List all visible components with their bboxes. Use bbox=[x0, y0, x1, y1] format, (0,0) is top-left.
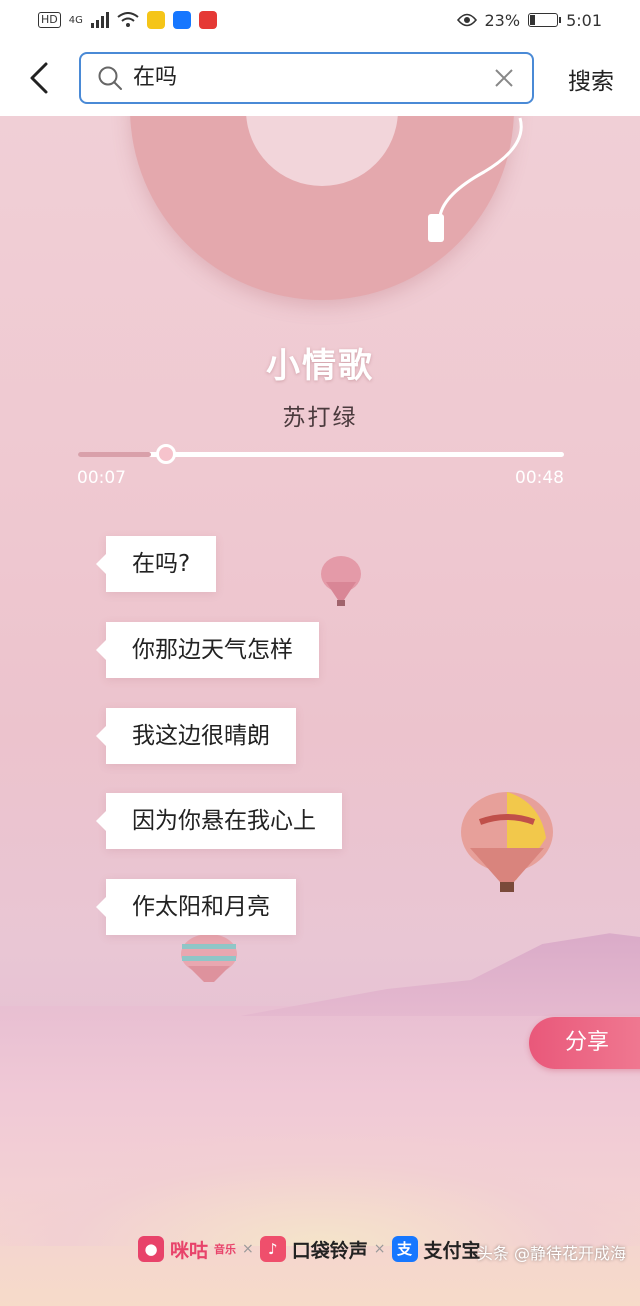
tonearm-icon bbox=[428, 117, 523, 242]
total-time: 00:48 bbox=[515, 468, 564, 488]
close-icon[interactable] bbox=[492, 66, 516, 90]
status-left: HD 4G bbox=[38, 11, 217, 29]
record-center bbox=[246, 116, 398, 186]
search-box[interactable]: 在吗 bbox=[79, 52, 534, 104]
status-right: 23% 5:01 bbox=[456, 10, 602, 30]
lyric-line: 在吗? bbox=[95, 536, 217, 592]
partner-separator: × bbox=[242, 1241, 254, 1257]
mountain-background bbox=[240, 933, 640, 1016]
app-notification-icon bbox=[146, 11, 165, 29]
alipay-notification-icon bbox=[172, 11, 191, 29]
music-card: 小情歌 苏打绿 00:07 00:48 在吗? 你那边天气怎样 我这边很晴朗 因… bbox=[0, 116, 640, 1306]
song-title: 小情歌 bbox=[266, 346, 374, 386]
back-arrow-icon[interactable] bbox=[26, 60, 56, 96]
migu-label: 咪咕 bbox=[170, 1239, 209, 1262]
song-artist: 苏打绿 bbox=[282, 405, 358, 431]
battery-fill bbox=[530, 15, 535, 25]
watermark: 头条 @静待花开成海 bbox=[476, 1244, 626, 1263]
status-bar: HD 4G 23% 5:01 bbox=[0, 0, 640, 40]
huawei-notification-icon bbox=[198, 11, 217, 29]
wave-background bbox=[0, 1126, 640, 1246]
wifi-icon bbox=[117, 12, 139, 27]
search-header: 在吗 搜索 bbox=[0, 40, 640, 116]
partner-separator: × bbox=[373, 1241, 386, 1257]
search-icon bbox=[98, 66, 122, 90]
signal-icon bbox=[90, 12, 109, 28]
balloon-small-icon bbox=[321, 556, 361, 606]
progress-bar[interactable] bbox=[78, 452, 564, 457]
search-button[interactable]: 搜索 bbox=[568, 62, 614, 96]
lyric-line: 作太阳和月亮 bbox=[96, 879, 296, 935]
pocket-ringtone-label: 口袋铃声 bbox=[291, 1239, 368, 1262]
status-time: 5:01 bbox=[566, 10, 602, 30]
balloon-large-icon bbox=[461, 792, 553, 892]
battery-icon bbox=[528, 13, 562, 27]
pocket-ringtone-logo-icon: ♪ bbox=[259, 1236, 286, 1262]
lyric-line: 我这边很晴朗 bbox=[96, 708, 296, 764]
progress-thumb[interactable] bbox=[156, 444, 176, 464]
search-input[interactable]: 在吗 bbox=[133, 54, 177, 102]
battery-percent: 23% bbox=[484, 10, 521, 30]
lyric-line: 因为你悬在我心上 bbox=[96, 793, 342, 849]
progress-fill bbox=[78, 452, 151, 457]
alipay-label: 支付宝 bbox=[423, 1239, 481, 1262]
partner-logos: ● 咪咕 音乐 × ♪ 口袋铃声 × 支 支付宝 bbox=[138, 1234, 481, 1264]
network-label: 4G bbox=[68, 14, 83, 26]
current-time: 00:07 bbox=[77, 468, 126, 488]
migu-sub-label: 音乐 bbox=[214, 1243, 237, 1256]
share-button[interactable]: 分享 bbox=[529, 1017, 640, 1069]
balloon-striped-icon bbox=[181, 934, 237, 982]
hd-badge: HD bbox=[38, 12, 61, 28]
alipay-logo-icon: 支 bbox=[391, 1236, 418, 1262]
migu-logo-icon: ● bbox=[138, 1236, 164, 1262]
lyric-line: 你那边天气怎样 bbox=[96, 622, 319, 678]
eye-icon bbox=[456, 13, 477, 27]
